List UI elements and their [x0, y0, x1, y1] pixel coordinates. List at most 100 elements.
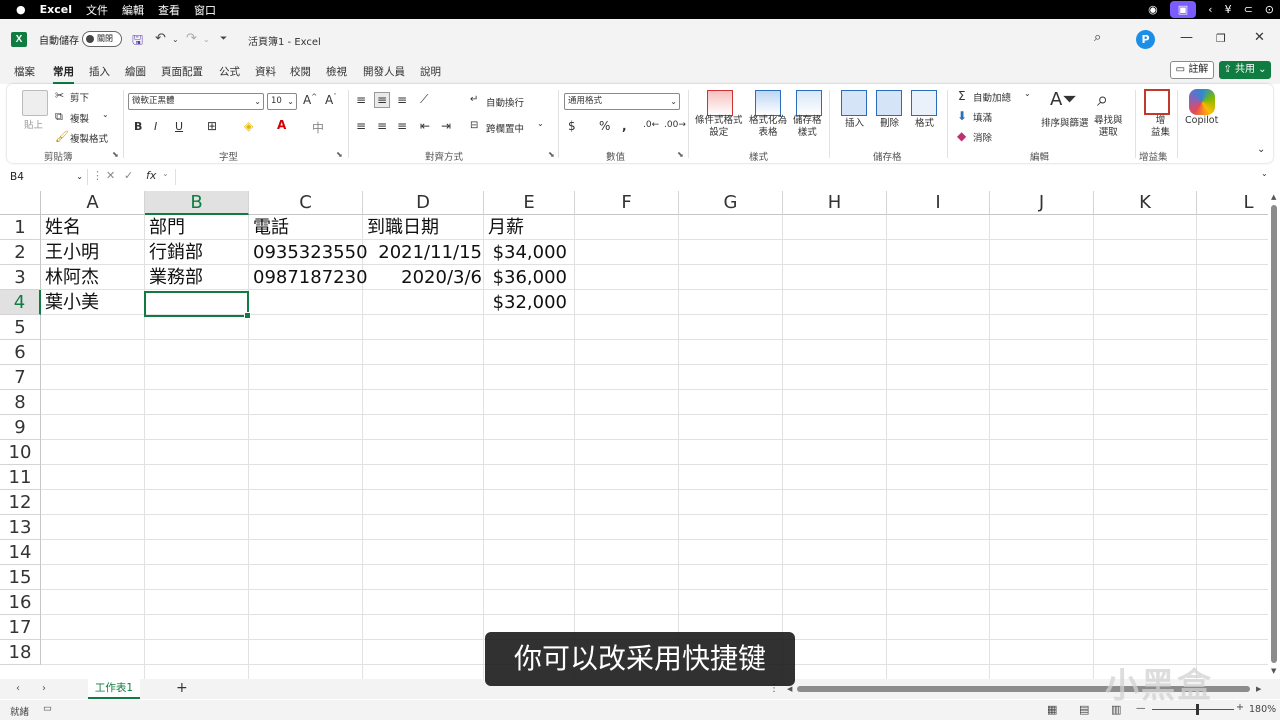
autosum-dropdown-icon[interactable]: ⌄ — [1024, 89, 1031, 98]
comments-button[interactable]: ▭ 註解 — [1170, 61, 1214, 79]
merge-center-label[interactable]: 跨欄置中 — [486, 121, 524, 135]
redo-icon[interactable]: ↷ — [186, 31, 197, 46]
scroll-up-icon[interactable]: ▲ — [1271, 193, 1276, 201]
font-size-select[interactable]: 10 ⌄ — [267, 93, 297, 110]
row-header-12[interactable]: 12 — [0, 490, 41, 515]
cell-A4[interactable]: 葉小美 — [41, 290, 145, 315]
cell-C1[interactable]: 電話 — [249, 215, 363, 240]
tab-help[interactable]: 說明 — [420, 64, 441, 79]
merge-center-icon[interactable]: ⊟ — [470, 120, 478, 131]
collapse-ribbon-icon[interactable]: ⌄ — [1257, 144, 1265, 155]
menubar-item-view[interactable]: 查看 — [158, 2, 180, 18]
row-header-9[interactable]: 9 — [0, 415, 41, 440]
zoom-in-icon[interactable]: + — [1236, 702, 1244, 713]
autosave-toggle[interactable]: 關閉 — [82, 31, 122, 47]
copy-label[interactable]: 複製 — [70, 111, 89, 125]
cell-B3[interactable]: 業務部 — [145, 265, 249, 290]
clear-label[interactable]: 消除 — [973, 130, 992, 144]
row-header-8[interactable]: 8 — [0, 390, 41, 415]
column-header-J[interactable]: J — [990, 191, 1094, 215]
format-cells-icon[interactable] — [911, 90, 937, 116]
column-header-L[interactable]: L — [1197, 191, 1268, 215]
column-header-K[interactable]: K — [1094, 191, 1197, 215]
menubar-item-window[interactable]: 窗口 — [194, 2, 216, 18]
wrap-text-icon[interactable]: ↵ — [470, 94, 478, 105]
row-header-16[interactable]: 16 — [0, 590, 41, 615]
insert-cells-icon[interactable] — [841, 90, 867, 116]
copilot-label[interactable]: Copilot — [1185, 115, 1218, 126]
fill-label[interactable]: 填滿 — [973, 110, 992, 124]
column-header-E[interactable]: E — [484, 191, 575, 215]
select-all-corner[interactable] — [0, 191, 41, 215]
align-top-icon[interactable]: ≡ — [356, 93, 366, 107]
percent-icon[interactable]: % — [599, 119, 610, 133]
borders-icon[interactable]: ⊞ — [207, 119, 217, 133]
conditional-formatting-label[interactable]: 條件式格式 設定 — [695, 115, 743, 139]
delete-cells-icon[interactable] — [876, 90, 902, 116]
back-icon[interactable]: ‹ — [1208, 3, 1212, 16]
merge-dropdown-icon[interactable]: ⌄ — [537, 119, 544, 128]
share-button[interactable]: ⇪ 共用 ⌄ — [1219, 61, 1271, 79]
control-center-icon[interactable]: ¥ — [1225, 3, 1232, 16]
column-header-G[interactable]: G — [679, 191, 783, 215]
decrease-indent-icon[interactable]: ⇤ — [420, 119, 430, 133]
row-header-5[interactable]: 5 — [0, 315, 41, 340]
tab-view[interactable]: 檢視 — [326, 64, 347, 79]
orientation-icon[interactable]: ⟋ — [420, 92, 428, 107]
addins-icon[interactable] — [1144, 89, 1170, 115]
name-box[interactable]: B4 ⌄ — [6, 169, 88, 185]
format-cells-label[interactable]: 格式 — [915, 115, 934, 129]
copy-icon[interactable]: ⧉ — [55, 110, 63, 124]
cell-A2[interactable]: 王小明 — [41, 240, 145, 265]
delete-cells-label[interactable]: 刪除 — [880, 115, 899, 129]
formula-input[interactable] — [175, 169, 1270, 185]
autosum-icon[interactable]: Σ — [958, 89, 966, 103]
cell-B2[interactable]: 行銷部 — [145, 240, 249, 265]
record-icon[interactable]: ◉ — [1148, 3, 1158, 16]
column-header-H[interactable]: H — [783, 191, 887, 215]
cell-E3[interactable]: $36,000 — [484, 265, 567, 290]
row-header-3[interactable]: 3 — [0, 265, 41, 290]
tab-insert[interactable]: 插入 — [89, 64, 110, 79]
underline-icon[interactable]: U — [175, 120, 183, 133]
align-right-icon[interactable]: ≡ — [397, 119, 407, 133]
font-name-select[interactable]: 微軟正黑體 ⌄ — [128, 93, 264, 110]
align-bottom-icon[interactable]: ≡ — [397, 93, 407, 107]
format-as-table-icon[interactable] — [755, 90, 781, 116]
worksheet-grid[interactable]: A B C D E F G H I J K L 1 2 3 4 5 6 7 8 … — [0, 191, 1268, 679]
scroll-right-icon[interactable]: ▶ — [1256, 685, 1261, 693]
next-sheet-icon[interactable]: › — [42, 683, 46, 694]
find-select-label[interactable]: 尋找與 選取 — [1094, 115, 1123, 139]
increase-decimal-icon[interactable]: .0← — [643, 120, 659, 130]
sheet-tab-1[interactable]: 工作表1 — [88, 679, 140, 699]
italic-icon[interactable]: I — [154, 120, 157, 133]
undo-dropdown-icon[interactable]: ⌄ — [172, 35, 179, 44]
copilot-icon[interactable] — [1189, 89, 1215, 115]
insert-cells-label[interactable]: 插入 — [845, 115, 864, 129]
page-layout-view-icon[interactable]: ▤ — [1079, 703, 1089, 716]
scroll-down-icon[interactable]: ▼ — [1271, 667, 1276, 675]
cell-D2[interactable]: 2021/11/15 — [363, 240, 482, 265]
format-as-table-label[interactable]: 格式化為 表格 — [749, 115, 787, 139]
font-color-icon[interactable]: A — [277, 118, 286, 132]
fill-color-icon[interactable]: ◈ — [244, 119, 253, 133]
enter-formula-icon[interactable]: ✓ — [124, 169, 133, 182]
column-header-I[interactable]: I — [887, 191, 990, 215]
align-middle-icon[interactable]: ≡ — [374, 92, 391, 108]
font-launcher-icon[interactable]: ⬊ — [336, 150, 343, 159]
tab-review[interactable]: 校閱 — [290, 64, 311, 79]
tab-data[interactable]: 資料 — [255, 64, 276, 79]
function-dropdown-icon[interactable]: ⌄ — [162, 169, 169, 178]
paste-icon[interactable] — [22, 90, 48, 116]
undo-icon[interactable]: ↶ — [155, 31, 166, 46]
clear-icon[interactable]: ◆ — [957, 129, 966, 143]
normal-view-icon[interactable]: ▦ — [1047, 703, 1057, 716]
toggle-icon[interactable]: ⊂ — [1244, 3, 1253, 16]
row-header-11[interactable]: 11 — [0, 465, 41, 490]
align-center-icon[interactable]: ≡ — [377, 119, 387, 133]
column-header-F[interactable]: F — [575, 191, 679, 215]
row-header-6[interactable]: 6 — [0, 340, 41, 365]
column-header-A[interactable]: A — [41, 191, 145, 215]
sort-filter-label[interactable]: 排序與篩選 — [1041, 115, 1089, 129]
customize-qat-icon[interactable]: ⏷ — [220, 34, 227, 44]
